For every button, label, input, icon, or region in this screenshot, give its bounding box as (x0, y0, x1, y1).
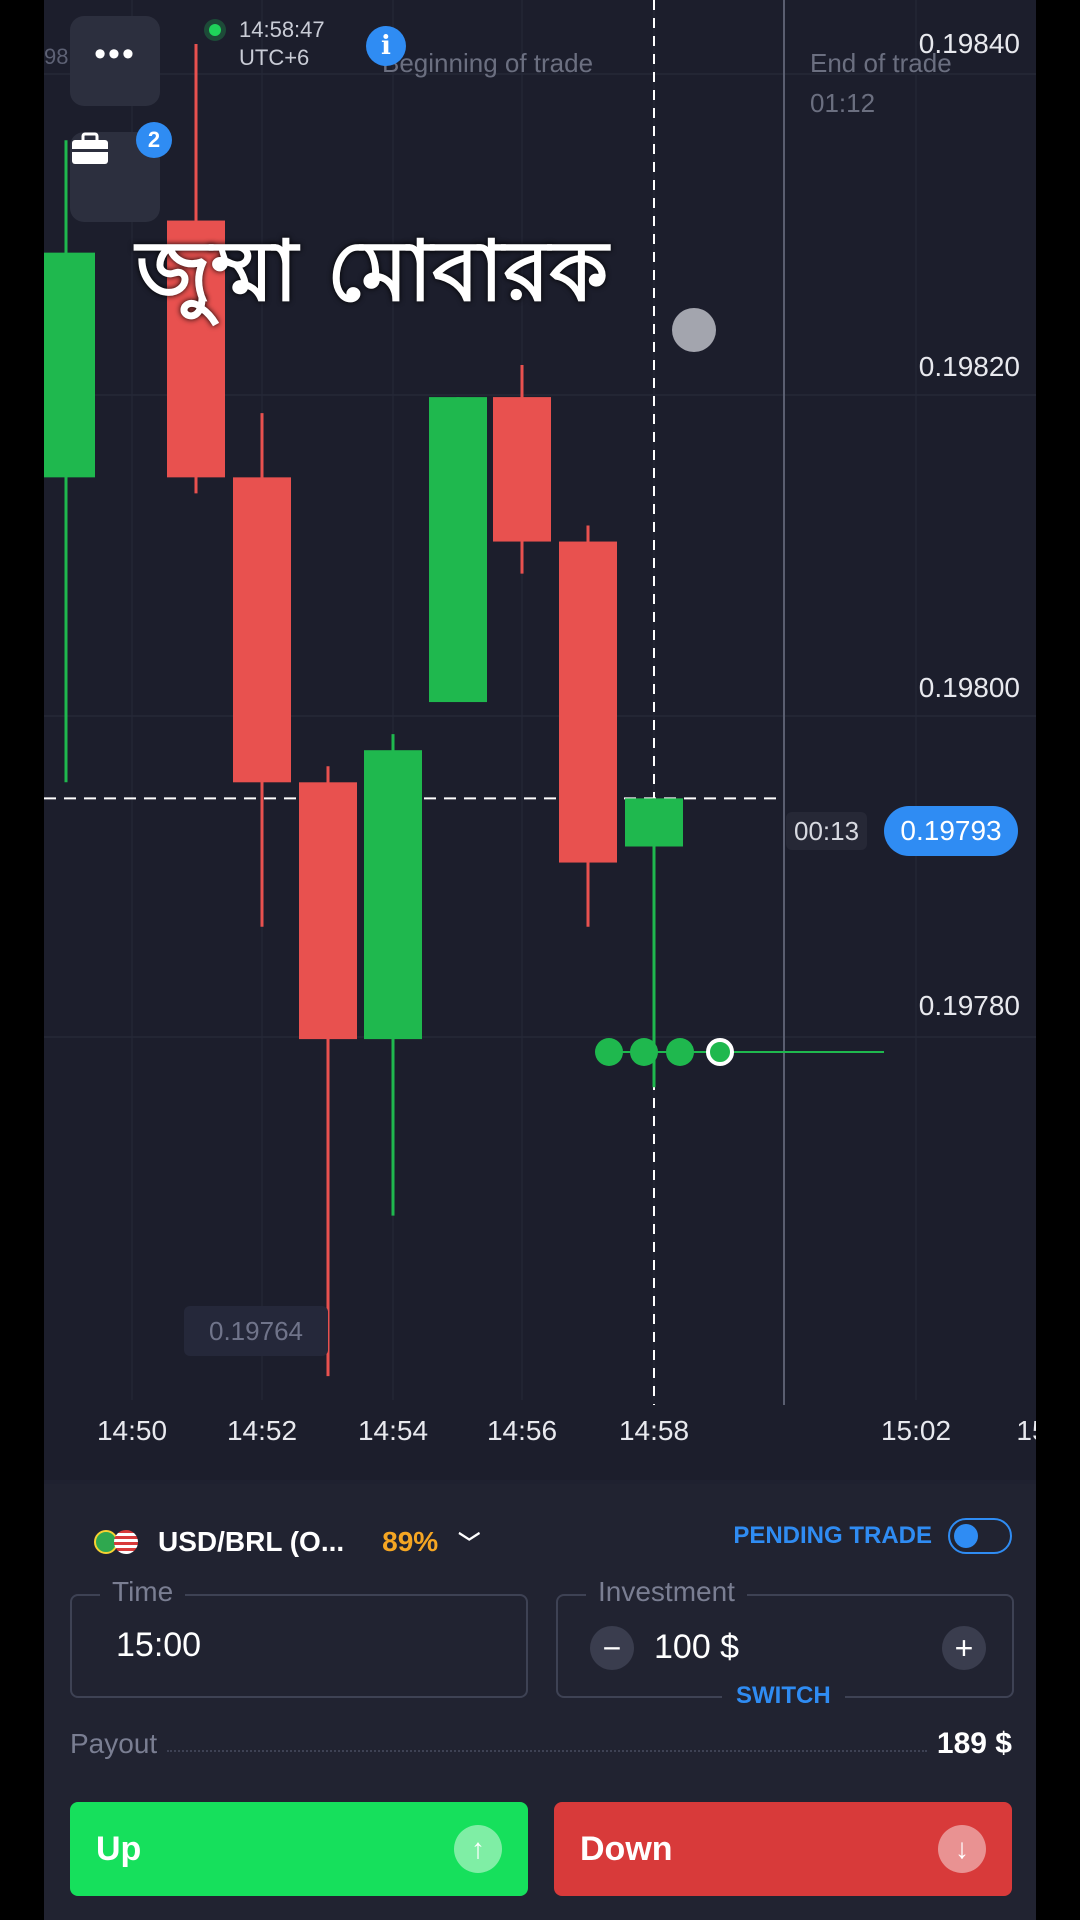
time-tick: 14:50 (96, 1415, 168, 1446)
time-field[interactable]: Time 15:00 (70, 1576, 528, 1698)
more-dots-icon: ••• (94, 34, 136, 73)
trade-marker-dot (630, 1038, 658, 1066)
chevron-down-icon: ﹀ (458, 1531, 481, 1556)
payout-label: Payout (70, 1728, 158, 1759)
trade-marker-dot (666, 1038, 694, 1066)
price-chart[interactable]: 0.19840 0.19820 0.19800 0.19780 14:50 14… (44, 0, 1036, 1480)
payout-row: Payout 189 $ (70, 1724, 1012, 1764)
toggle-knob (954, 1524, 978, 1548)
candle-body (364, 750, 422, 1040)
switch-button[interactable]: SWITCH (722, 1682, 845, 1710)
candle-body (44, 252, 95, 478)
end-of-trade-label: End of trade (810, 48, 952, 78)
trading-app: 0.19840 0.19820 0.19800 0.19780 14:50 14… (44, 0, 1036, 1920)
candle-body (429, 397, 487, 703)
beginning-of-trade-label: Beginning of trade (382, 48, 594, 78)
payout-value: 189 $ (936, 1727, 1012, 1760)
time-tick: 15 (1016, 1415, 1036, 1446)
candle-body (299, 782, 357, 1040)
candle-body (559, 541, 617, 863)
pending-trade-toggle[interactable]: PENDING TRADE (733, 1518, 1012, 1554)
candle-body (625, 798, 683, 847)
end-of-trade-time: 01:12 (810, 88, 876, 118)
time-tick: 15:02 (880, 1415, 952, 1446)
edge-price-label: 98 (44, 44, 69, 69)
asset-name: USD/BRL (O... (158, 1526, 345, 1557)
time-tick: 14:52 (226, 1415, 298, 1446)
briefcase-icon (72, 132, 108, 164)
investment-legend: Investment (586, 1576, 747, 1608)
badge-count: 2 (136, 122, 172, 158)
current-price-badge: 0.19793 (884, 806, 1018, 856)
arrow-down-icon: ↓ (938, 1825, 986, 1873)
payout-dots (167, 1750, 927, 1752)
investment-field[interactable]: Investment − 100 $ + SWITCH (556, 1576, 1014, 1710)
price-tick: 0.19800 (918, 672, 1020, 703)
payout-percent: 89% (382, 1526, 439, 1557)
candle-body (233, 477, 291, 783)
pending-trade-label: PENDING TRADE (733, 1522, 932, 1549)
online-dot-icon (209, 24, 221, 36)
price-tick: 0.19820 (918, 351, 1020, 382)
down-label: Down (580, 1829, 673, 1868)
asset-selector[interactable]: USD/BRL (O... 89% ﹀ (94, 1522, 480, 1562)
clock-time: 14:58:47 (239, 17, 325, 42)
candle-body (493, 397, 551, 542)
investment-value: 100 $ (654, 1628, 740, 1666)
time-tick: 14:54 (357, 1415, 429, 1446)
up-label: Up (96, 1829, 142, 1868)
time-tick: 14:58 (618, 1415, 690, 1446)
touch-indicator (672, 308, 716, 352)
clock: 14:58:47 UTC+6 (209, 16, 325, 72)
up-button[interactable]: Up ↑ (70, 1802, 528, 1896)
clock-timezone: UTC+6 (239, 45, 310, 70)
info-icon[interactable]: i (366, 26, 406, 66)
arrow-up-icon: ↑ (454, 1825, 502, 1873)
toggle-switch[interactable] (948, 1518, 1012, 1554)
price-tick: 0.19780 (918, 990, 1020, 1021)
countdown-timer: 00:13 (786, 812, 868, 850)
time-legend: Time (100, 1576, 186, 1608)
plus-button[interactable]: + (942, 1626, 986, 1670)
menu-button[interactable]: ••• (70, 16, 160, 106)
overlay-caption: জুম্মা মোবারক (136, 222, 609, 320)
trade-endpoint-dot (706, 1038, 734, 1066)
time-tick: 14:56 (486, 1415, 558, 1446)
minus-button[interactable]: − (590, 1626, 634, 1670)
trade-marker-dot (595, 1038, 623, 1066)
low-price-marker: 0.19764 (184, 1306, 328, 1356)
time-value: 15:00 (116, 1626, 202, 1664)
down-button[interactable]: Down ↓ (554, 1802, 1012, 1896)
us-flag-icon (114, 1530, 138, 1554)
